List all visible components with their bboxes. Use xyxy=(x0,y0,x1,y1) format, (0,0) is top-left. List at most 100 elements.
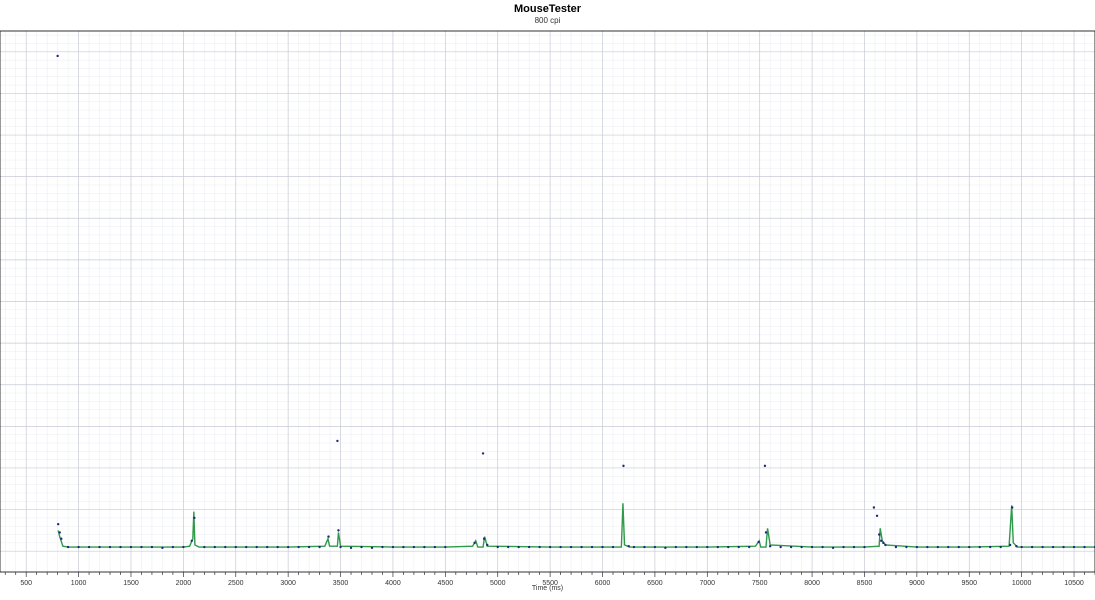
data-point xyxy=(789,545,793,549)
data-point xyxy=(486,543,489,547)
data-point xyxy=(276,545,279,549)
data-point xyxy=(548,545,552,549)
data-point xyxy=(905,545,908,549)
data-point xyxy=(190,539,193,542)
data-point xyxy=(337,529,340,532)
data-series xyxy=(56,54,1095,550)
data-point xyxy=(507,545,510,549)
data-point xyxy=(1030,545,1034,549)
data-point xyxy=(307,545,311,549)
data-point xyxy=(842,545,845,549)
data-point xyxy=(381,545,384,549)
data-point xyxy=(590,545,594,549)
data-point xyxy=(56,54,59,58)
data-point xyxy=(737,545,740,549)
data-point xyxy=(989,545,992,549)
data-point xyxy=(884,543,887,547)
data-point xyxy=(161,546,164,550)
data-point xyxy=(538,545,541,549)
data-point xyxy=(800,545,803,549)
data-point xyxy=(481,452,485,455)
data-point xyxy=(1015,545,1018,548)
data-point xyxy=(412,545,416,549)
data-point xyxy=(245,545,248,549)
data-point xyxy=(444,545,447,549)
data-point xyxy=(653,545,657,549)
data-point xyxy=(674,545,678,549)
data-point xyxy=(1051,545,1055,549)
data-point xyxy=(1041,545,1044,549)
data-point xyxy=(318,545,321,549)
data-point xyxy=(748,545,751,549)
data-point xyxy=(327,535,330,538)
data-point xyxy=(664,546,667,550)
data-point xyxy=(58,531,61,534)
data-point xyxy=(706,545,709,549)
data-point xyxy=(297,545,300,549)
grid-lines xyxy=(0,31,1095,572)
data-point xyxy=(894,545,898,549)
data-point xyxy=(1008,543,1012,547)
data-point xyxy=(1062,545,1065,549)
data-point xyxy=(880,539,883,542)
data-point xyxy=(764,531,768,534)
data-point xyxy=(611,545,615,549)
data-point xyxy=(936,545,940,549)
data-point xyxy=(87,545,91,549)
data-point xyxy=(569,545,573,549)
data-point xyxy=(779,545,782,549)
data-point xyxy=(224,545,227,549)
data-point xyxy=(1072,545,1076,549)
data-point xyxy=(496,545,499,549)
data-point xyxy=(266,545,269,549)
data-point xyxy=(999,545,1002,549)
data-point xyxy=(433,545,437,549)
data-point xyxy=(978,545,981,549)
x-axis-label: Time (ms) xyxy=(531,585,564,592)
data-point xyxy=(77,545,80,549)
data-point xyxy=(234,545,237,549)
data-point xyxy=(580,545,583,549)
data-point xyxy=(872,506,876,509)
data-point xyxy=(360,545,363,549)
data-point xyxy=(140,545,143,549)
data-point xyxy=(171,545,175,549)
data-point xyxy=(98,545,101,549)
data-point xyxy=(768,545,772,548)
data-point xyxy=(757,540,760,544)
data-point xyxy=(286,545,290,549)
data-point xyxy=(716,545,719,549)
data-point xyxy=(391,545,395,549)
data-point xyxy=(877,533,881,536)
data-point xyxy=(527,545,531,549)
data-point xyxy=(119,545,122,549)
data-point xyxy=(370,546,374,550)
data-point xyxy=(727,545,730,549)
data-point xyxy=(56,522,60,526)
data-point xyxy=(695,545,699,549)
data-point xyxy=(863,545,866,549)
data-point xyxy=(402,545,405,549)
data-point xyxy=(632,545,636,549)
data-point xyxy=(336,439,339,443)
data-point xyxy=(882,541,885,545)
data-point xyxy=(685,545,688,549)
data-point xyxy=(193,516,196,520)
data-point xyxy=(213,545,217,549)
data-point xyxy=(66,545,70,549)
data-point xyxy=(915,545,919,549)
data-point xyxy=(339,545,342,549)
data-point xyxy=(60,537,63,540)
data-point xyxy=(129,545,133,549)
data-point xyxy=(1083,545,1086,549)
data-point xyxy=(150,545,154,549)
data-point xyxy=(627,545,630,548)
data-point xyxy=(810,545,814,549)
data-point xyxy=(926,545,929,549)
data-point xyxy=(947,545,950,549)
data-point xyxy=(517,545,520,549)
data-point xyxy=(108,545,112,549)
chart-plot: 500 1000 1500 2000 2500 3000 3500 4000 4500 5000 5… xyxy=(0,30,1095,587)
data-point xyxy=(831,546,835,550)
data-point xyxy=(349,546,353,550)
